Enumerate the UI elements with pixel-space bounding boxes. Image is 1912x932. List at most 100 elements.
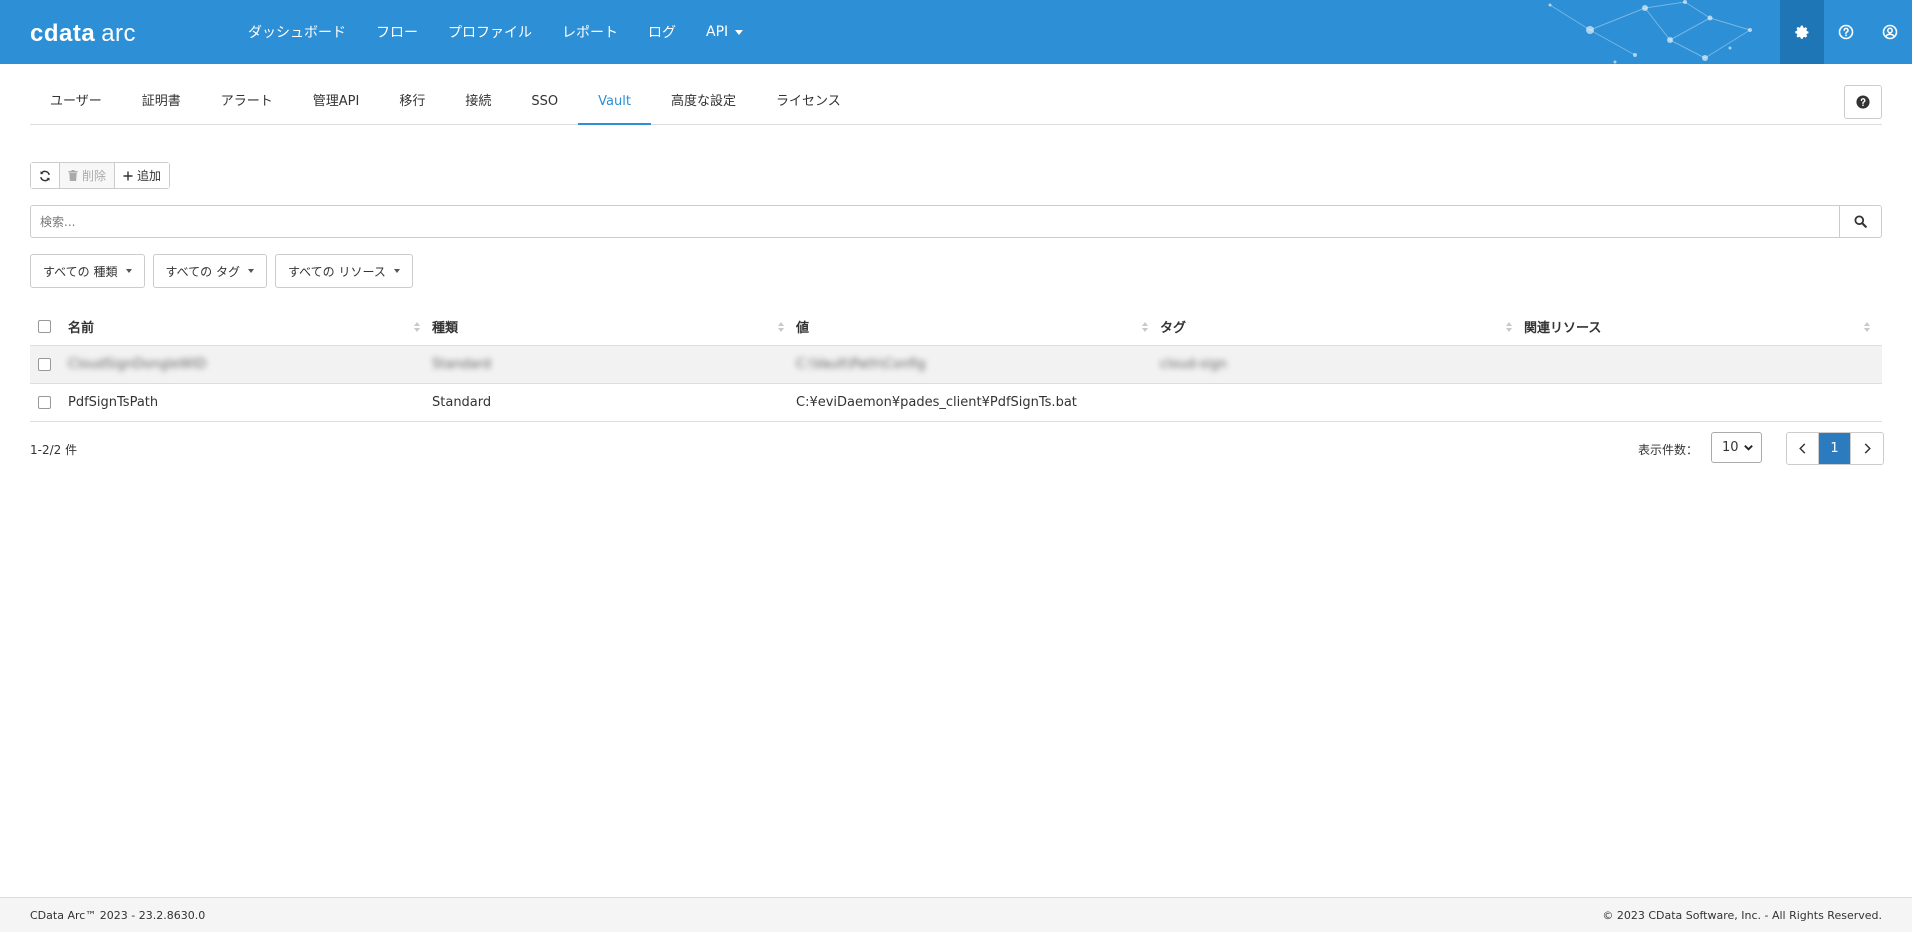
table-row[interactable]: PdfSignTsPath Standard C:¥eviDaemon¥pade… — [30, 384, 1882, 422]
nav-flow[interactable]: フロー — [376, 22, 418, 42]
tab-users[interactable]: ユーザー — [30, 86, 122, 125]
nav-api-label: API — [706, 24, 729, 40]
search-icon — [1854, 215, 1867, 228]
tab-advanced-settings[interactable]: 高度な設定 — [651, 86, 756, 125]
tab-certificates[interactable]: 証明書 — [122, 86, 201, 125]
logo-sub-text: arc — [101, 20, 137, 47]
row-checkbox[interactable] — [38, 358, 51, 371]
filter-tag-dropdown[interactable]: すべての タグ — [152, 254, 267, 288]
column-header-resource-label: 関連リソース — [1524, 321, 1602, 336]
filter-bar: すべての 種類 すべての タグ すべての リソース — [30, 254, 421, 288]
sort-icon — [1142, 321, 1148, 332]
cell-value: C:¥eviDaemon¥pades_client¥PdfSignTs.bat — [796, 395, 1077, 410]
delete-label: 削除 — [82, 169, 107, 183]
filter-resource-dropdown[interactable]: すべての リソース — [275, 254, 413, 288]
nav-profile[interactable]: プロファイル — [448, 22, 532, 42]
cell-name: PdfSignTsPath — [68, 395, 159, 410]
vault-table: 名前 種類 値 タグ 関連リソース CloudSignDongleWID Sta… — [30, 308, 1882, 422]
main-nav: ダッシュボード フロー プロファイル レポート ログ API — [248, 0, 773, 64]
per-page-label: 表示件数： — [1638, 443, 1699, 457]
refresh-icon — [40, 170, 50, 181]
sort-icon — [414, 321, 420, 332]
filter-type-label: すべての 種類 — [43, 264, 118, 279]
cell-value: C:\Vault\Path\Config — [796, 357, 926, 372]
help-circle-icon — [1856, 95, 1870, 109]
top-navbar: cdata arc ダッシュボード フロー プロファイル レポート ログ API — [0, 0, 1912, 64]
column-header-resource[interactable]: 関連リソース — [1524, 317, 1882, 336]
row-select-cell — [30, 396, 68, 409]
vault-toolbar: 削除 追加 — [30, 162, 171, 189]
filter-tag-label: すべての タグ — [165, 264, 241, 279]
column-header-type-label: 種類 — [432, 321, 459, 336]
pagination: 1 — [1786, 432, 1884, 465]
column-header-type[interactable]: 種類 — [432, 317, 796, 336]
tab-migration[interactable]: 移行 — [379, 86, 445, 125]
filter-resource-label: すべての リソース — [288, 264, 386, 279]
trash-icon — [68, 170, 78, 181]
help-circle-icon — [1838, 24, 1854, 40]
delete-button[interactable]: 削除 — [60, 163, 116, 188]
per-page-select[interactable]: 10 — [1711, 432, 1762, 463]
version-text: CData Arc™ 2023 - 23.2.8630.0 — [30, 909, 206, 922]
table-header: 名前 種類 値 タグ 関連リソース — [30, 308, 1882, 346]
search-button[interactable] — [1839, 206, 1881, 237]
cell-type: Standard — [432, 357, 492, 372]
chevron-down-icon — [1744, 445, 1753, 451]
prev-page-button[interactable] — [1787, 433, 1819, 464]
user-account-button[interactable] — [1868, 0, 1912, 64]
select-all-checkbox[interactable] — [38, 320, 51, 333]
column-header-tag-label: タグ — [1160, 321, 1187, 336]
sort-icon — [1864, 321, 1870, 332]
per-page-value: 10 — [1722, 440, 1739, 455]
next-page-button[interactable] — [1851, 433, 1883, 464]
nav-api[interactable]: API — [706, 24, 744, 40]
search-bar — [30, 205, 1882, 238]
cell-tag: cloud-sign — [1160, 357, 1227, 372]
column-header-value-label: 値 — [796, 321, 810, 336]
caret-down-icon — [125, 269, 132, 273]
page-footer: CData Arc™ 2023 - 23.2.8630.0 © 2023 CDa… — [0, 897, 1912, 932]
tab-alerts[interactable]: アラート — [201, 86, 293, 125]
add-label: 追加 — [137, 169, 162, 183]
page-help-button[interactable] — [1844, 85, 1882, 119]
chevron-left-icon — [1799, 443, 1806, 454]
filter-type-dropdown[interactable]: すべての 種類 — [30, 254, 145, 288]
column-header-tag[interactable]: タグ — [1160, 317, 1524, 336]
nav-report[interactable]: レポート — [562, 22, 618, 42]
caret-down-icon — [248, 269, 254, 273]
help-button[interactable] — [1824, 0, 1868, 64]
add-button[interactable]: 追加 — [115, 163, 170, 188]
record-count: 1-2/2 件 — [30, 443, 78, 457]
row-checkbox[interactable] — [38, 396, 51, 409]
tab-license[interactable]: ライセンス — [756, 86, 861, 125]
tab-sso[interactable]: SSO — [511, 86, 578, 125]
sort-icon — [1506, 321, 1512, 332]
tab-connections[interactable]: 接続 — [445, 86, 511, 125]
chevron-right-icon — [1864, 443, 1871, 454]
nav-dashboard[interactable]: ダッシュボード — [248, 22, 346, 42]
top-icon-bar — [1780, 0, 1912, 64]
search-input[interactable] — [31, 206, 1839, 237]
tab-vault[interactable]: Vault — [578, 86, 651, 125]
table-row[interactable]: CloudSignDongleWID Standard C:\Vault\Pat… — [30, 346, 1882, 384]
column-header-value[interactable]: 値 — [796, 317, 1160, 336]
logo-text: cdata — [30, 20, 96, 47]
caret-down-icon — [735, 29, 744, 35]
caret-down-icon — [393, 269, 400, 273]
user-circle-icon — [1882, 24, 1898, 40]
nav-log[interactable]: ログ — [648, 22, 676, 42]
refresh-button[interactable] — [31, 163, 60, 188]
select-all-cell — [30, 320, 68, 333]
gear-icon — [1794, 25, 1808, 39]
settings-button[interactable] — [1780, 0, 1824, 64]
plus-icon — [123, 171, 133, 180]
column-header-name[interactable]: 名前 — [68, 317, 432, 336]
cdata-arc-logo[interactable]: cdata arc — [30, 20, 136, 48]
tab-admin-api[interactable]: 管理API — [293, 86, 380, 125]
settings-tabs: ユーザー 証明書 アラート 管理API 移行 接続 SSO Vault 高度な設… — [30, 86, 1882, 125]
sort-icon — [778, 321, 784, 332]
row-select-cell — [30, 358, 68, 371]
page-button-current[interactable]: 1 — [1819, 433, 1851, 464]
cell-name: CloudSignDongleWID — [68, 357, 207, 372]
copyright-text: © 2023 CData Software, Inc. - All Rights… — [1602, 909, 1882, 922]
